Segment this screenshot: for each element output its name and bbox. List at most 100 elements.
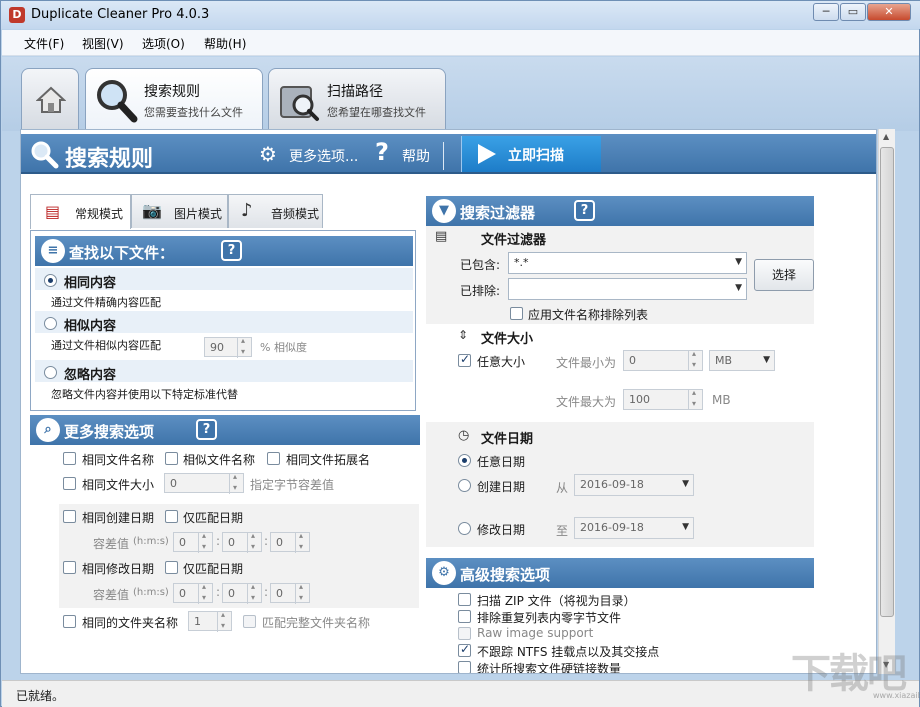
similar-name-checkbox[interactable]: [165, 452, 178, 465]
search-rules-panel: 搜索规则 ⚙ 更多选项... ? 帮助 立即扫描 ▤ 常规模式 📷 图片模式 ♪: [20, 129, 877, 674]
from-label: 从: [556, 481, 569, 495]
modified-hours-spinner[interactable]: [198, 582, 212, 604]
max-unit-label: MB: [712, 393, 731, 407]
modified-tolerance-unit: (h:m:s): [133, 587, 169, 598]
ignore-content-desc: 忽略文件内容并使用以下特定标准代替: [51, 388, 238, 401]
modified-tolerance-label: 容差值: [93, 588, 130, 602]
modified-minutes-spinner[interactable]: [247, 582, 261, 604]
size-tolerance-input[interactable]: 0: [164, 472, 244, 494]
same-created-checkbox[interactable]: [63, 510, 76, 523]
size-tolerance-spinner[interactable]: [229, 472, 243, 494]
header-divider: [443, 142, 444, 170]
scrollbar-thumb[interactable]: [880, 147, 894, 617]
close-button[interactable]: ✕: [867, 3, 911, 21]
same-created-label: 相同创建日期: [82, 511, 155, 525]
exclude-zero-checkbox[interactable]: [458, 610, 471, 623]
help-link[interactable]: 帮助: [402, 146, 430, 166]
max-size-input[interactable]: 100: [623, 388, 703, 410]
maximize-button[interactable]: ▭: [840, 3, 866, 21]
magnifier-small-icon: ⌕: [36, 418, 60, 442]
similar-content-radio[interactable]: [44, 317, 57, 330]
skip-ntfs-label: 不跟踪 NTFS 挂载点以及其交接点: [477, 645, 660, 659]
scan-now-button[interactable]: 立即扫描: [461, 136, 601, 172]
skip-ntfs-checkbox[interactable]: [458, 642, 471, 657]
created-minutes-input[interactable]: 0: [222, 531, 262, 553]
created-minutes-spinner[interactable]: [247, 531, 261, 553]
filter-help-icon[interactable]: ?: [574, 200, 595, 221]
tab-normal-mode[interactable]: ▤ 常规模式: [30, 194, 131, 229]
modified-seconds-spinner[interactable]: [295, 582, 309, 604]
min-size-spinner[interactable]: [688, 349, 702, 371]
same-ext-checkbox[interactable]: [267, 452, 280, 465]
raw-image-checkbox[interactable]: [458, 627, 471, 640]
hardlink-checkbox[interactable]: [458, 661, 471, 673]
modified-hours-input[interactable]: 0: [173, 582, 213, 604]
minimize-button[interactable]: ─: [813, 3, 839, 21]
exclude-dropdown[interactable]: [508, 278, 747, 300]
created-hours-spinner[interactable]: [198, 531, 212, 553]
file-size-title: 文件大小: [481, 332, 534, 347]
select-button[interactable]: 选择: [754, 259, 814, 291]
folder-depth-input[interactable]: 1: [188, 610, 232, 632]
drive-search-icon: [280, 86, 319, 121]
same-modified-label: 相同修改日期: [82, 562, 155, 576]
min-size-input[interactable]: 0: [623, 349, 703, 371]
created-date-radio[interactable]: [458, 479, 471, 492]
menu-help[interactable]: 帮助(H): [204, 35, 246, 52]
header-bar: 搜索规则 ⚙ 更多选项... ? 帮助 立即扫描: [21, 134, 876, 174]
any-date-radio[interactable]: [458, 454, 471, 467]
colon-1: :: [216, 534, 221, 548]
tab-audio-mode[interactable]: ♪ 音频模式: [228, 194, 323, 228]
only-date-created-checkbox[interactable]: [165, 510, 178, 523]
tab-scan-path[interactable]: 扫描路径 您希望在哪查找文件: [268, 68, 446, 130]
menu-view[interactable]: 视图(V): [82, 35, 124, 52]
from-date-picker[interactable]: 2016-09-18: [574, 474, 694, 496]
created-seconds-spinner[interactable]: [295, 531, 309, 553]
modified-minutes-input[interactable]: 0: [222, 582, 262, 604]
search-filter-header: ▼ 搜索过滤器 ?: [426, 196, 814, 226]
similar-content-desc: 通过文件相似内容匹配: [51, 339, 161, 352]
funnel-icon: ▼: [432, 199, 456, 223]
tab-home[interactable]: [21, 68, 79, 130]
more-options-link[interactable]: 更多选项...: [289, 146, 358, 166]
document-icon: ▤: [45, 202, 61, 221]
vertical-scrollbar[interactable]: ▲ ▼: [878, 129, 895, 674]
menu-options[interactable]: 选项(O): [142, 35, 185, 52]
find-files-title: 查找以下文件：: [69, 244, 175, 262]
created-seconds-input[interactable]: 0: [270, 531, 310, 553]
tab-audio-label: 音频模式: [271, 207, 320, 221]
tab-image-mode[interactable]: 📷 图片模式: [131, 194, 228, 228]
modified-date-radio[interactable]: [458, 522, 471, 535]
same-folder-checkbox[interactable]: [63, 615, 76, 628]
more-help-icon[interactable]: ?: [196, 419, 217, 440]
apply-exclude-checkbox[interactable]: [510, 307, 523, 320]
scroll-up-icon[interactable]: ▲: [883, 132, 889, 141]
tab-path-subtitle: 您希望在哪查找文件: [327, 106, 426, 119]
scan-zip-checkbox[interactable]: [458, 593, 471, 606]
to-date-picker[interactable]: 2016-09-18: [574, 517, 694, 539]
app-window: D Duplicate Cleaner Pro 4.0.3 ─ ▭ ✕ 文件(F…: [0, 0, 920, 707]
max-size-label: 文件最大为: [556, 395, 617, 409]
max-size-spinner[interactable]: [688, 388, 702, 410]
same-size-checkbox[interactable]: [63, 477, 76, 490]
same-name-checkbox[interactable]: [63, 452, 76, 465]
any-size-checkbox[interactable]: [458, 352, 471, 367]
find-help-icon[interactable]: ?: [221, 240, 242, 261]
full-folder-checkbox[interactable]: [243, 615, 256, 628]
full-folder-label: 匹配完整文件夹名称: [262, 616, 371, 630]
same-modified-checkbox[interactable]: [63, 561, 76, 574]
same-content-radio[interactable]: [44, 274, 57, 287]
min-unit-dropdown[interactable]: MB: [709, 350, 775, 371]
created-hours-input[interactable]: 0: [173, 531, 213, 553]
similarity-spinner[interactable]: [237, 336, 251, 358]
include-label: 已包含:: [460, 258, 501, 272]
ignore-content-radio[interactable]: [44, 366, 57, 379]
folder-depth-spinner[interactable]: [217, 610, 231, 632]
include-dropdown[interactable]: *.*: [508, 252, 747, 274]
similarity-input[interactable]: 90: [204, 336, 252, 358]
only-date-modified-checkbox[interactable]: [165, 561, 178, 574]
tab-search-rules[interactable]: 搜索规则 您需要查找什么文件: [85, 68, 263, 130]
modified-seconds-input[interactable]: 0: [270, 582, 310, 604]
menu-file[interactable]: 文件(F): [24, 35, 64, 52]
colon-2: :: [264, 534, 269, 548]
